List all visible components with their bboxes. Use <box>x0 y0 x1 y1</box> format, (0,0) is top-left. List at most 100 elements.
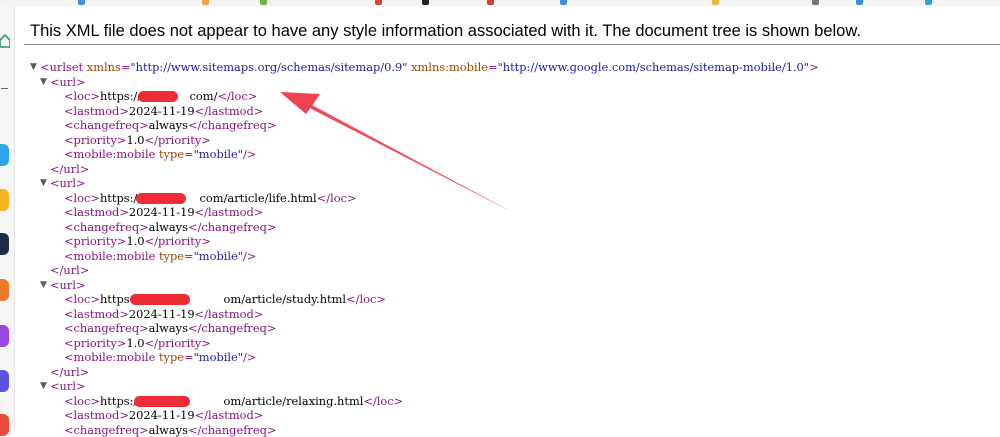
url-close-line: </url> <box>30 365 819 380</box>
changefreq-open-tag: <changefreq> <box>64 118 149 132</box>
bookmark-icon[interactable] <box>856 0 863 5</box>
priority-value: 1.0 <box>126 234 144 248</box>
url-close-tag: </url> <box>50 365 89 379</box>
urlset-tag: <urlset <box>40 60 87 74</box>
priority-line: <priority>1.0</priority> <box>30 234 819 249</box>
collapse-toggle-icon[interactable]: ▼ <box>30 60 40 75</box>
mobile-tag: <mobile:mobile <box>64 249 159 263</box>
lastmod-open-tag: <lastmod> <box>64 104 129 118</box>
lastmod-close-tag: </lastmod> <box>195 104 264 118</box>
url-open-line: ▼<url> <box>30 75 819 90</box>
bookmark-icon[interactable] <box>260 0 267 5</box>
app-icon-dark[interactable] <box>0 233 9 255</box>
attr-name: xmlns <box>87 60 121 74</box>
attr-value: "mobile" <box>194 147 243 161</box>
tag-bracket: /> <box>243 249 256 263</box>
collapse-toggle-icon[interactable]: ▼ <box>40 75 50 90</box>
urlset-open-line: ▼<urlset xmlns="http://www.sitemaps.org/… <box>30 60 819 75</box>
tag-bracket: /> <box>243 147 256 161</box>
app-icon-red[interactable] <box>0 414 9 436</box>
loc-line: <loc>https://m.com/article/life.html</lo… <box>30 191 819 206</box>
loc-open-tag: <loc> <box>64 191 100 205</box>
priority-close-tag: </priority> <box>145 234 211 248</box>
app-icon-purple[interactable] <box>0 325 9 347</box>
xml-document-tree: ▼<urlset xmlns="http://www.sitemaps.org/… <box>30 60 819 437</box>
changefreq-line: <changefreq>always</changefreq> <box>30 220 819 235</box>
changefreq-close-tag: </changefreq> <box>188 220 277 234</box>
priority-value: 1.0 <box>126 336 144 350</box>
loc-close-tag: </loc> <box>217 89 257 103</box>
priority-open-tag: <priority> <box>64 336 126 350</box>
no-style-notice: This XML file does not appear to have an… <box>30 20 990 42</box>
changefreq-close-tag: </changefreq> <box>188 118 277 132</box>
separator-icon <box>1 88 8 89</box>
priority-open-tag: <priority> <box>64 234 126 248</box>
app-icon-indigo[interactable] <box>0 370 9 392</box>
lastmod-line: <lastmod>2024-11-19</lastmod> <box>30 307 819 322</box>
redaction-mark <box>130 294 190 305</box>
tag-bracket: > <box>809 60 819 74</box>
priority-line: <priority>1.0</priority> <box>30 336 819 351</box>
lastmod-open-tag: <lastmod> <box>64 205 129 219</box>
lastmod-line: <lastmod>2024-11-19</lastmod> <box>30 205 819 220</box>
loc-text: om/article/relaxing.html <box>224 394 364 408</box>
changefreq-line: <changefreq>always</changefreq> <box>30 118 819 133</box>
changefreq-close-tag: </changefreq> <box>188 321 277 335</box>
url-tag: <url> <box>50 176 86 190</box>
notice-divider <box>24 44 1000 45</box>
bookmark-icon[interactable] <box>812 0 819 5</box>
url-open-line: ▼<url> <box>30 379 819 394</box>
bookmark-icon[interactable] <box>487 0 494 5</box>
bookmark-bar <box>0 0 1000 6</box>
lastmod-value: 2024-11-19 <box>129 205 195 219</box>
bookmark-icon[interactable] <box>422 0 429 5</box>
app-icon-orange[interactable] <box>0 279 9 301</box>
priority-value: 1.0 <box>126 133 144 147</box>
bookmark-icon[interactable] <box>202 0 209 5</box>
loc-open-tag: <loc> <box>64 394 100 408</box>
changefreq-line: <changefreq>always</changefreq> <box>30 321 819 336</box>
bookmark-icon[interactable] <box>78 0 85 5</box>
home-icon[interactable] <box>0 34 10 48</box>
url-tag: <url> <box>50 75 86 89</box>
collapse-toggle-icon[interactable]: ▼ <box>40 379 50 394</box>
loc-text: com/ <box>190 89 218 103</box>
loc-text: om/article/study.html <box>224 292 347 306</box>
loc-text: com/article/life.html <box>200 191 317 205</box>
lastmod-line: <lastmod>2024-11-19</lastmod> <box>30 408 819 423</box>
url-tag: <url> <box>50 379 86 393</box>
app-icon-blue[interactable] <box>0 144 9 166</box>
lastmod-close-tag: </lastmod> <box>195 205 264 219</box>
changefreq-value: always <box>149 220 188 234</box>
bookmark-icon[interactable] <box>375 0 382 5</box>
redaction-mark <box>136 193 186 204</box>
mobile-line: <mobile:mobile type="mobile"/> <box>30 249 819 264</box>
loc-line: <loc>https://m.om/article/study.html</lo… <box>30 292 819 307</box>
loc-close-tag: </loc> <box>317 191 357 205</box>
priority-close-tag: </priority> <box>145 133 211 147</box>
loc-line: <loc>https://m.com/</loc> <box>30 89 819 104</box>
mobile-line: <mobile:mobile type="mobile"/> <box>30 147 819 162</box>
bookmark-icon[interactable] <box>925 0 932 5</box>
changefreq-value: always <box>149 118 188 132</box>
attr-name: xmlns:mobile <box>411 60 488 74</box>
url-close-tag: </url> <box>50 263 89 277</box>
bookmark-icon[interactable] <box>712 0 719 5</box>
collapse-toggle-icon[interactable]: ▼ <box>40 278 50 293</box>
collapse-toggle-icon[interactable]: ▼ <box>40 176 50 191</box>
priority-open-tag: <priority> <box>64 133 126 147</box>
url-open-line: ▼<url> <box>30 176 819 191</box>
attr-value: "http://www.google.com/schemas/sitemap-m… <box>498 60 810 74</box>
changefreq-open-tag: <changefreq> <box>64 220 149 234</box>
loc-close-tag: </loc> <box>346 292 386 306</box>
url-close-line: </url> <box>30 263 819 278</box>
mobile-line: <mobile:mobile type="mobile"/> <box>30 350 819 365</box>
bookmark-icon[interactable] <box>560 0 567 5</box>
sidebar-dock <box>0 6 15 430</box>
lastmod-value: 2024-11-19 <box>129 408 195 422</box>
changefreq-open-tag: <changefreq> <box>64 321 149 335</box>
app-icon-yellow[interactable] <box>0 189 9 211</box>
loc-open-tag: <loc> <box>64 89 100 103</box>
loc-close-tag: </loc> <box>363 394 403 408</box>
lastmod-close-tag: </lastmod> <box>195 408 264 422</box>
